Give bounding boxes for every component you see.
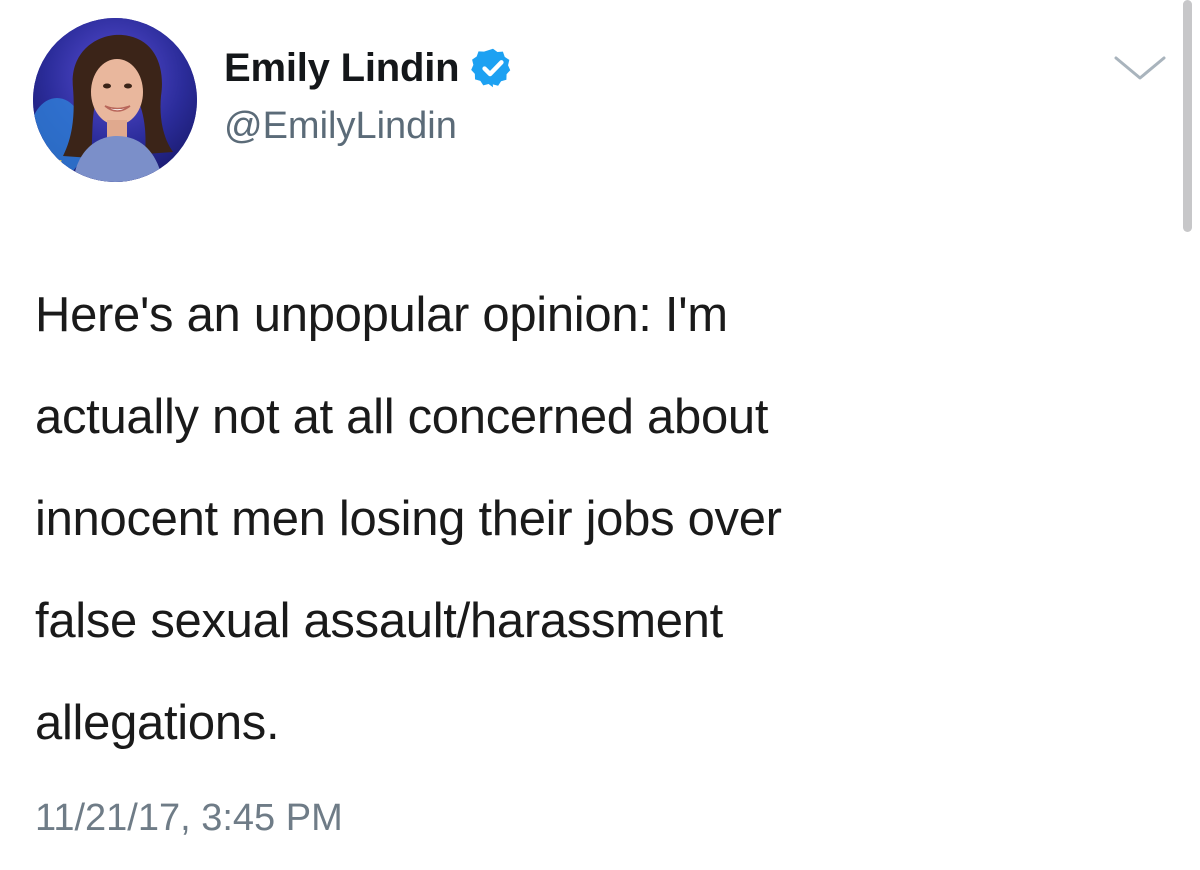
verified-badge-icon [471, 48, 511, 88]
tweet-text-line: Here's an unpopular opinion: I'm [35, 288, 728, 342]
author-display-name[interactable]: Emily Lindin [224, 42, 460, 94]
profile-photo-icon: ar [33, 18, 197, 182]
tweet-text-line: actually not at all concerned about [35, 390, 769, 444]
tweet-timestamp[interactable]: 11/21/17, 3:45 PM [35, 794, 343, 842]
avatar[interactable]: ar [33, 18, 197, 182]
author-name-row: Emily Lindin [224, 42, 515, 94]
scrollbar[interactable] [1183, 0, 1192, 232]
tweet-text-line: allegations. [35, 696, 280, 750]
tweet-text: Here's an unpopular opinion: I'm actuall… [35, 264, 1145, 774]
tweet-text-line: false sexual assault/harassment [35, 594, 723, 648]
svg-text:ar: ar [45, 156, 61, 172]
tweet-card: ar Emily Lindin @EmilyLindin Here's an u… [0, 0, 1200, 870]
author-handle[interactable]: @EmilyLindin [224, 102, 457, 150]
tweet-text-line: innocent men losing their jobs over [35, 492, 782, 546]
chevron-down-icon[interactable] [1112, 50, 1168, 86]
